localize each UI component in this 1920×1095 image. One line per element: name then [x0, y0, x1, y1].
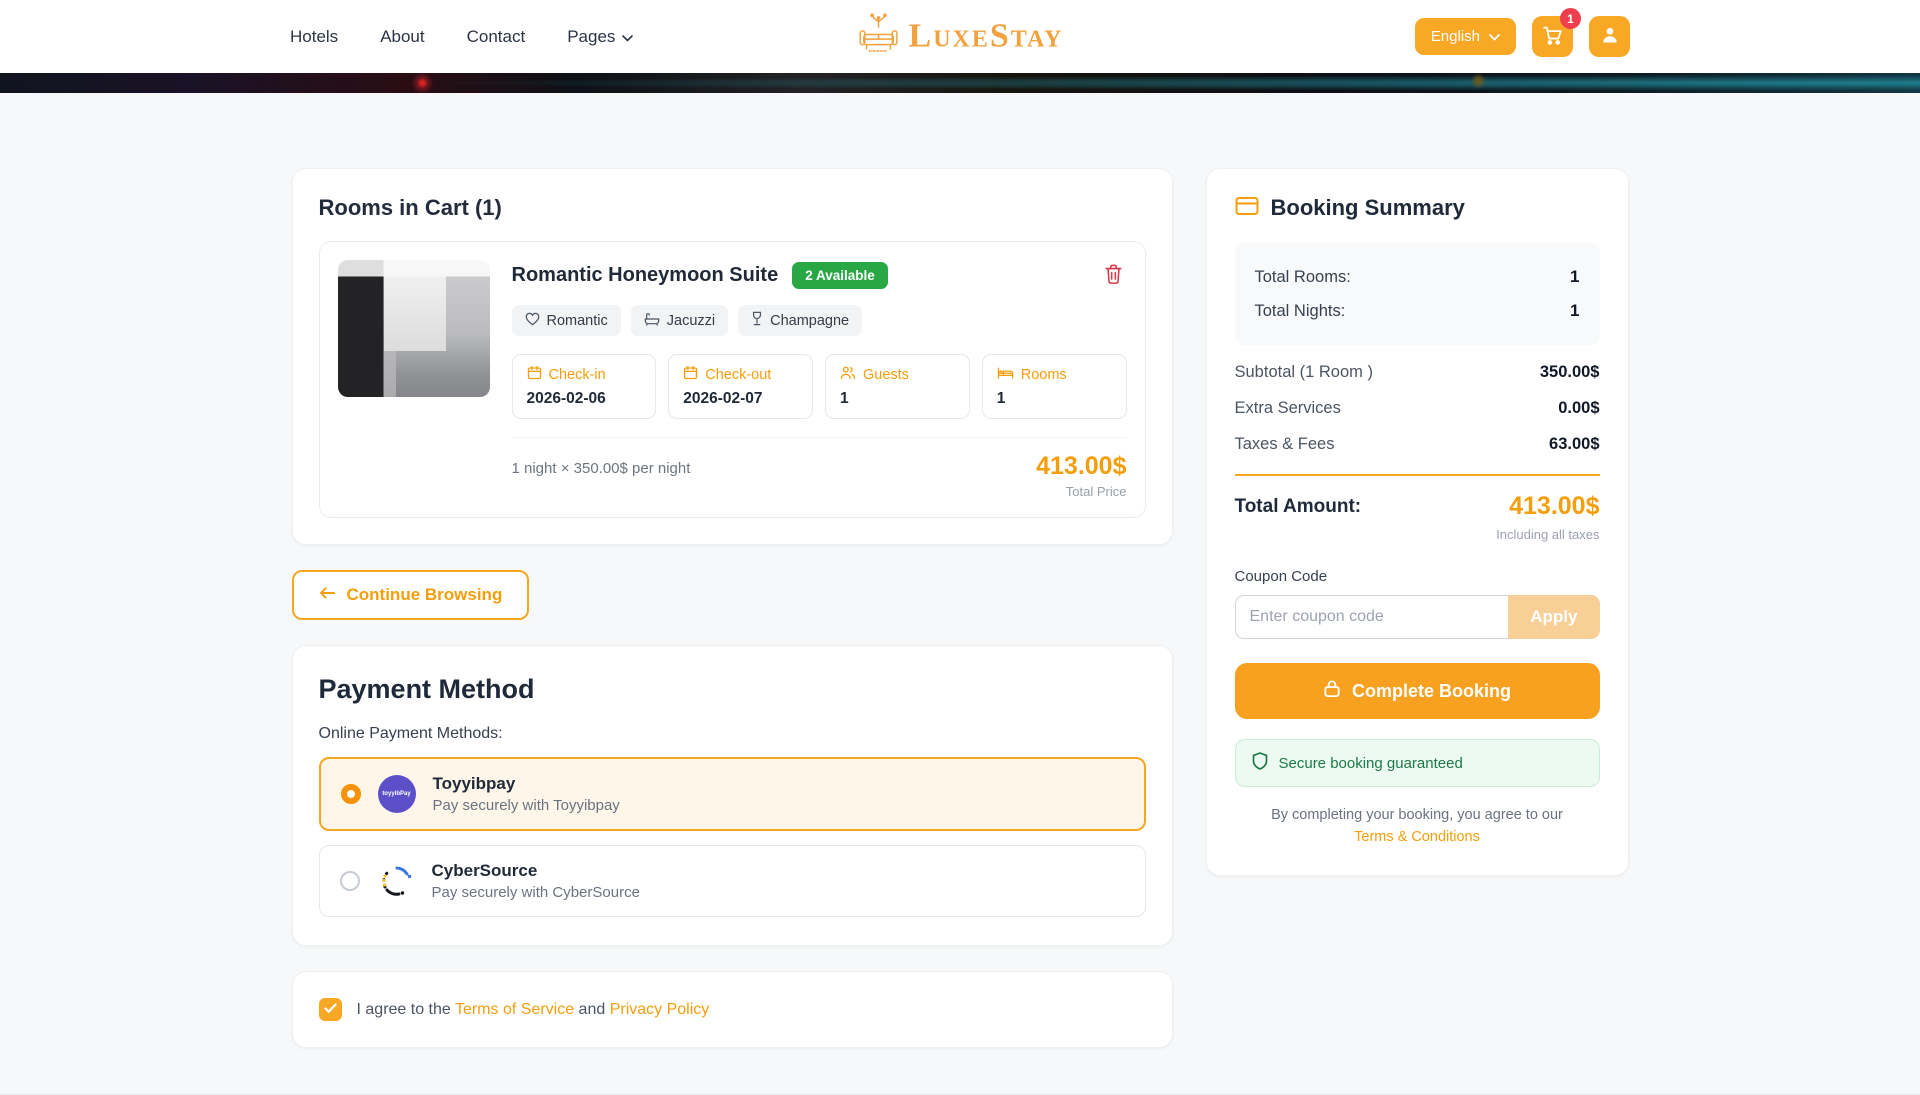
rooms-in-cart-title: Rooms in Cart (1) [319, 195, 1146, 221]
total-price-label: Total Price [1036, 484, 1126, 499]
tag-jacuzzi: Jacuzzi [631, 305, 728, 336]
account-button[interactable] [1589, 16, 1630, 57]
user-icon [1600, 25, 1620, 48]
cart-room-item: Romantic Honeymoon Suite 2 Available [319, 241, 1146, 518]
heart-icon [525, 312, 540, 330]
agree-checkbox[interactable] [319, 998, 342, 1021]
rooms-field[interactable]: Rooms 1 [982, 354, 1127, 419]
room-total-price: 413.00$ [1036, 452, 1126, 481]
tag-romantic: Romantic [512, 305, 621, 336]
including-taxes-note: Including all taxes [1235, 527, 1600, 542]
extra-services-row: Extra Services 0.00$ [1235, 399, 1600, 418]
checkout-column: Rooms in Cart (1) Romantic Honeymoon Sui… [292, 168, 1173, 1048]
continue-browsing-button[interactable]: Continue Browsing [292, 570, 530, 620]
arrow-left-icon [319, 585, 336, 605]
brand-name: LuxeStay [909, 18, 1064, 56]
rooms-in-cart-card: Rooms in Cart (1) Romantic Honeymoon Sui… [292, 168, 1173, 545]
trash-icon [1104, 272, 1123, 287]
sofa-logo-icon [857, 12, 901, 61]
language-selector[interactable]: English [1415, 18, 1516, 55]
cybersource-logo [377, 862, 415, 900]
summary-terms-text: By completing your booking, you agree to… [1235, 805, 1600, 849]
cart-button[interactable]: 1 [1532, 16, 1573, 57]
complete-booking-button[interactable]: Complete Booking [1235, 663, 1600, 719]
online-methods-label: Online Payment Methods: [319, 725, 1146, 743]
total-amount-value: 413.00$ [1509, 492, 1599, 521]
nav-item-contact[interactable]: Contact [467, 27, 526, 47]
room-name: Romantic Honeymoon Suite [512, 264, 779, 287]
payment-name: Toyyibpay [433, 774, 620, 794]
total-amount-row: Total Amount: 413.00$ [1235, 492, 1600, 521]
nav-item-pages[interactable]: Pages [567, 27, 633, 47]
nav-item-about[interactable]: About [380, 27, 424, 47]
payment-name: CyberSource [432, 861, 640, 881]
summary-rows: Subtotal (1 Room ) 350.00$ Extra Service… [1235, 363, 1600, 454]
availability-badge: 2 Available [792, 262, 888, 289]
radio-unselected[interactable] [340, 871, 360, 891]
bathtub-icon [644, 312, 660, 330]
taxes-fees-row: Taxes & Fees 63.00$ [1235, 435, 1600, 454]
total-nights-row: Total Nights: 1 [1255, 294, 1580, 328]
credit-card-icon [1235, 196, 1259, 221]
top-navbar: Hotels About Contact Pages LuxeStay [0, 0, 1920, 73]
terms-conditions-link[interactable]: Terms & Conditions [1354, 829, 1480, 845]
payment-method-card: Payment Method Online Payment Methods: t… [292, 645, 1173, 946]
hero-image-strip [0, 73, 1920, 93]
calendar-icon [683, 365, 698, 384]
payment-option-cybersource[interactable]: CyberSource Pay securely with CyberSourc… [319, 845, 1146, 917]
checkin-field[interactable]: Check-in 2026-02-06 [512, 354, 657, 419]
coupon-code-label: Coupon Code [1235, 568, 1600, 585]
lock-icon [1323, 679, 1341, 703]
terms-agreement-card: I agree to the Terms of Service and Priv… [292, 971, 1173, 1048]
payment-description: Pay securely with Toyyibpay [433, 797, 620, 814]
check-icon [324, 1002, 337, 1017]
cart-icon [1542, 25, 1563, 49]
calendar-icon [527, 365, 542, 384]
room-tags: Romantic Jacuzzi Champagne [512, 305, 1127, 336]
nav-item-hotels[interactable]: Hotels [290, 27, 338, 47]
coupon-input[interactable] [1235, 595, 1509, 639]
nav-actions: English 1 [1415, 16, 1630, 57]
agreement-text: I agree to the Terms of Service and Priv… [357, 1001, 710, 1019]
summary-column: Booking Summary Total Rooms: 1 Total Nig… [1206, 168, 1629, 876]
booking-fields: Check-in 2026-02-06 Check-out 20 [512, 354, 1127, 419]
bed-icon [997, 365, 1014, 384]
main-nav: Hotels About Contact Pages [290, 27, 633, 47]
total-rooms-row: Total Rooms: 1 [1255, 260, 1580, 294]
chevron-down-icon [622, 27, 633, 47]
toyyibpay-logo: toyyibPay [378, 775, 416, 813]
booking-summary-card: Booking Summary Total Rooms: 1 Total Nig… [1206, 168, 1629, 876]
brand-logo[interactable]: LuxeStay [857, 12, 1064, 61]
checkout-field[interactable]: Check-out 2026-02-07 [668, 354, 813, 419]
shield-icon [1252, 752, 1268, 774]
subtotal-row: Subtotal (1 Room ) 350.00$ [1235, 363, 1600, 382]
tag-champagne: Champagne [738, 305, 862, 336]
payment-description: Pay securely with CyberSource [432, 884, 640, 901]
room-photo [338, 260, 490, 397]
main-content: Rooms in Cart (1) Romantic Honeymoon Sui… [292, 93, 1629, 1088]
price-row: 1 night × 350.00$ per night 413.00$ Tota… [512, 437, 1127, 499]
secure-booking-badge: Secure booking guaranteed [1235, 739, 1600, 787]
champagne-glass-icon [751, 311, 763, 330]
terms-of-service-link[interactable]: Terms of Service [455, 1001, 574, 1018]
payment-method-title: Payment Method [319, 674, 1146, 705]
booking-summary-title: Booking Summary [1271, 195, 1465, 221]
totals-box: Total Rooms: 1 Total Nights: 1 [1235, 243, 1600, 345]
guests-icon [840, 365, 856, 384]
apply-coupon-button[interactable]: Apply [1508, 595, 1599, 639]
remove-room-button[interactable] [1100, 260, 1127, 291]
privacy-policy-link[interactable]: Privacy Policy [610, 1001, 710, 1018]
summary-divider [1235, 474, 1600, 476]
payment-option-toyyibpay[interactable]: toyyibPay Toyyibpay Pay securely with To… [319, 757, 1146, 831]
guests-field[interactable]: Guests 1 [825, 354, 970, 419]
cart-count-badge: 1 [1560, 8, 1581, 29]
price-breakdown: 1 night × 350.00$ per night [512, 452, 691, 477]
radio-selected[interactable] [341, 784, 361, 804]
chevron-down-icon [1489, 28, 1500, 45]
